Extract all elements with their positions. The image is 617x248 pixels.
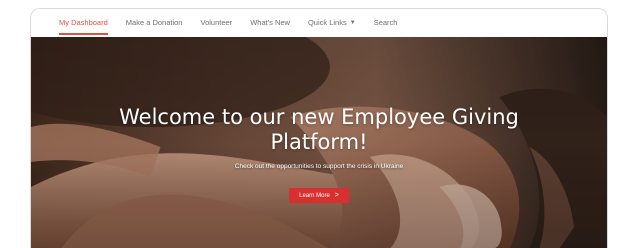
nav-volunteer[interactable]: Volunteer [200,9,232,37]
learn-more-button[interactable]: Learn More > [289,188,349,203]
nav-make-a-donation[interactable]: Make a Donation [126,9,183,37]
nav-make-a-donation-label: Make a Donation [125,18,183,27]
hero-subtitle: Check out the opportunities to support t… [234,163,404,170]
hero-title: Welcome to our new Employee Giving Platf… [119,105,519,154]
nav-whats-new[interactable]: What's New [250,9,290,37]
top-navigation: My Dashboard Make a Donation Volunteer W… [31,9,607,37]
hero-banner: Welcome to our new Employee Giving Platf… [31,37,607,248]
caret-down-icon: ▼ [349,20,356,26]
nav-my-dashboard-label: My Dashboard [59,18,108,27]
browser-frame: My Dashboard Make a Donation Volunteer W… [30,8,608,248]
nav-search-label: Search [373,18,398,27]
chevron-right-icon: > [334,192,339,199]
nav-whats-new-label: What's New [250,18,290,27]
learn-more-label: Learn More [299,192,330,199]
nav-search[interactable]: Search [374,9,398,37]
nav-volunteer-label: Volunteer [200,18,233,27]
nav-my-dashboard[interactable]: My Dashboard [59,9,108,37]
hero-content: Welcome to our new Employee Giving Platf… [31,37,607,248]
nav-quick-links-label: Quick Links [307,18,347,27]
nav-quick-links[interactable]: Quick Links ▼ [308,9,356,37]
